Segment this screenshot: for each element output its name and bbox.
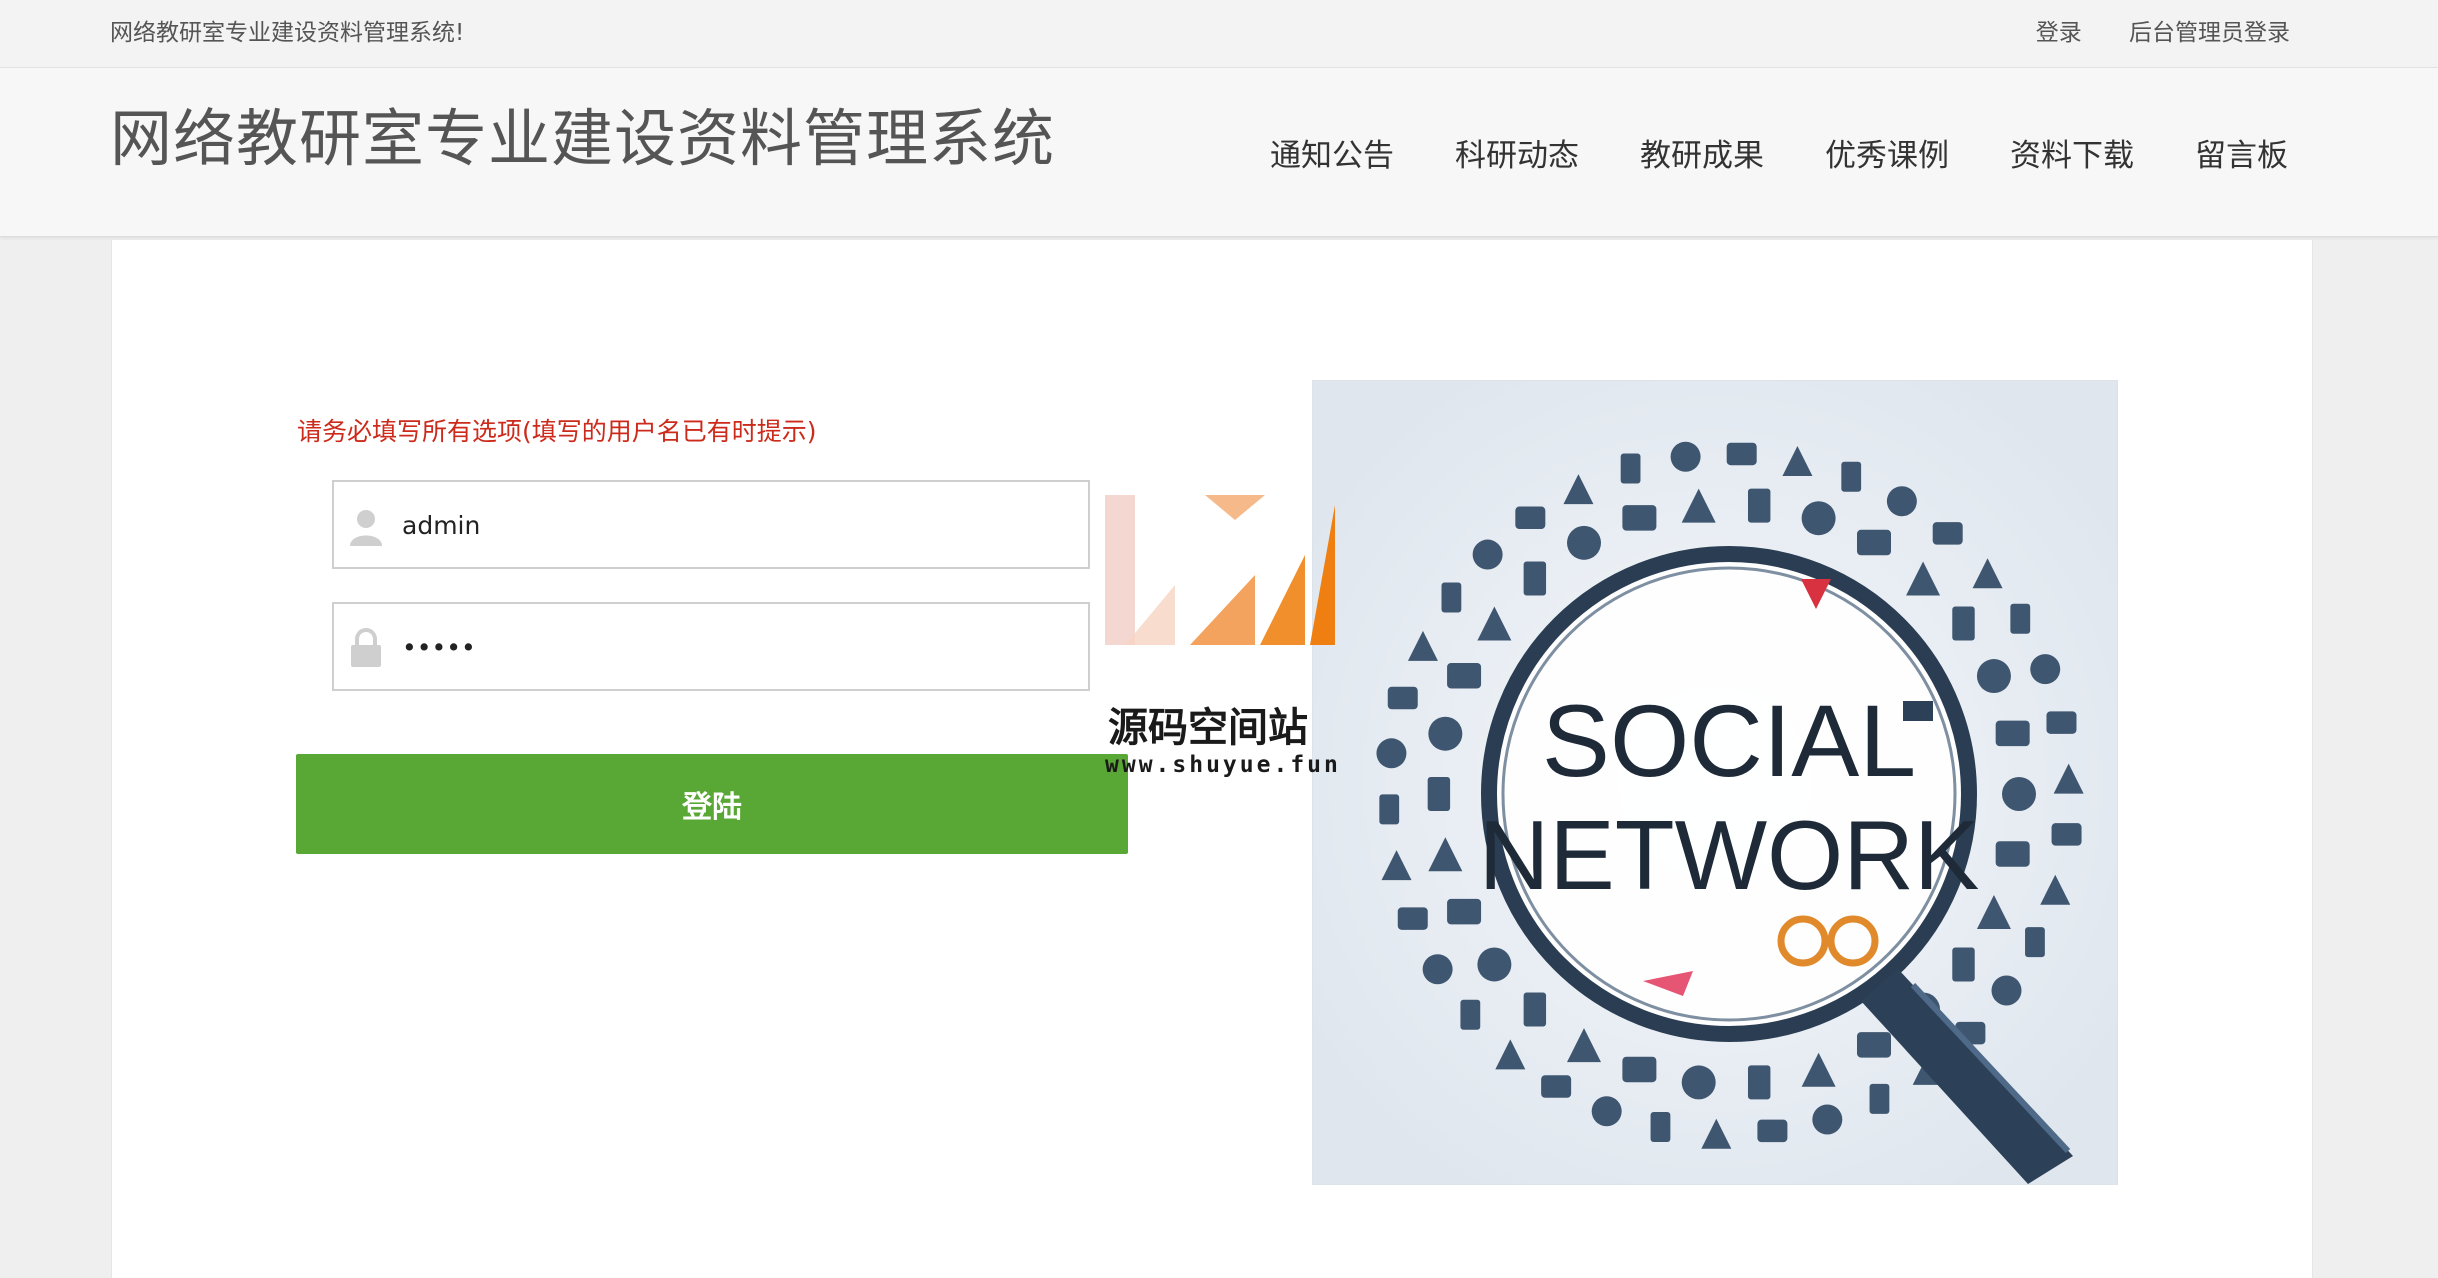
social-network-illustration: SOCIAL NETWORK <box>1312 380 2118 1185</box>
nav-item-lessons[interactable]: 优秀课例 <box>1825 130 1949 175</box>
decorative-icon <box>2025 927 2045 958</box>
decorative-icon <box>1952 606 1975 641</box>
decorative-icon <box>1991 975 2022 1006</box>
social-network-graphic: SOCIAL NETWORK <box>1313 381 2117 1184</box>
username-field[interactable] <box>332 480 1090 569</box>
decorative-icon <box>1567 525 1601 560</box>
nav-item-message-board[interactable]: 留言板 <box>2195 130 2288 175</box>
decorative-icon <box>2051 823 2082 846</box>
nav-item-research-news[interactable]: 科研动态 <box>1455 130 1579 175</box>
decorative-icon <box>1726 442 1757 466</box>
top-bar: 网络教研室专业建设资料管理系统! 登录 后台管理员登录 <box>0 0 2438 68</box>
watermark-url: www.shuyue.fun <box>1105 752 1341 778</box>
decorative-icon <box>1812 1104 1843 1135</box>
decorative-icon <box>1622 505 1657 531</box>
decorative-icon <box>1397 907 1428 930</box>
decorative-icon <box>1841 461 1862 492</box>
admin-login-link[interactable]: 后台管理员登录 <box>2129 20 2290 46</box>
nav-item-downloads[interactable]: 资料下载 <box>2010 130 2134 175</box>
decorative-icon <box>2046 711 2077 734</box>
login-link[interactable]: 登录 <box>2036 20 2082 46</box>
nav-item-research-results[interactable]: 教研成果 <box>1640 130 1764 175</box>
decorative-icon <box>1976 659 2011 694</box>
welcome-text: 网络教研室专业建设资料管理系统! <box>110 20 465 46</box>
decorative-icon <box>1620 453 1641 484</box>
decorative-icon <box>1422 954 1453 985</box>
decorative-icon <box>1801 501 1836 536</box>
decorative-icon <box>1472 539 1503 570</box>
decorative-icon <box>1379 794 1400 825</box>
site-title: 网络教研室专业建设资料管理系统 <box>110 102 1056 175</box>
decorative-icon <box>1952 947 1975 982</box>
decorative-icon <box>1523 992 1547 1027</box>
decorative-icon <box>1591 1096 1622 1127</box>
decorative-icon <box>2002 777 2036 811</box>
decorative-icon <box>1650 1112 1671 1143</box>
site-header: 网络教研室专业建设资料管理系统 通知公告 科研动态 教研成果 优秀课例 资料下载… <box>0 68 2438 237</box>
decorative-icon <box>1757 1119 1788 1143</box>
decorative-icon <box>1886 486 1917 517</box>
decorative-icon <box>1447 898 1482 925</box>
main-nav: 通知公告 科研动态 教研成果 优秀课例 资料下载 留言板 <box>1209 130 2288 175</box>
decorative-icon <box>1460 999 1481 1030</box>
decorative-icon <box>1477 947 1512 982</box>
username-input[interactable] <box>400 482 1074 569</box>
decorative-icon <box>1747 488 1771 523</box>
decorative-icon <box>1387 686 1418 710</box>
decorative-icon <box>1869 1083 1890 1114</box>
login-button[interactable]: 登陆 <box>296 754 1128 854</box>
decorative-icon <box>1857 1032 1891 1058</box>
decorative-icon <box>1622 1056 1657 1083</box>
decorative-icon <box>2030 654 2061 685</box>
illustration-text-network: NETWORK <box>1479 800 1980 910</box>
watermark-name: 源码空间站 <box>1108 705 1308 751</box>
lock-icon <box>348 628 384 668</box>
decorative-icon <box>1376 738 1407 769</box>
form-hint: 请务必填写所有选项(填写的用户名已有时提示) <box>297 417 817 446</box>
decorative-icon <box>1932 522 1963 545</box>
decorative-icon <box>1428 716 1463 751</box>
user-icon <box>348 506 384 546</box>
decorative-icon <box>2010 603 2031 634</box>
decorative-icon <box>1995 720 2030 747</box>
illustration-text-social: SOCIAL <box>1542 684 1916 798</box>
decorative-icon <box>1995 841 2030 867</box>
decorative-icon <box>1515 506 1546 530</box>
password-input[interactable] <box>400 604 1074 691</box>
decorative-icon <box>1747 1065 1771 1100</box>
decorative-icon <box>1857 529 1891 556</box>
decorative-icon <box>1523 561 1547 596</box>
decorative-icon <box>1427 777 1451 811</box>
decorative-icon <box>1441 582 1462 613</box>
decorative-icon <box>1541 1075 1572 1098</box>
top-links: 登录 后台管理员登录 <box>1996 13 2290 47</box>
password-field[interactable] <box>332 602 1090 691</box>
nav-item-notices[interactable]: 通知公告 <box>1270 130 1394 175</box>
decorative-icon <box>1447 662 1482 689</box>
decorative-icon <box>1670 441 1701 472</box>
decorative-icon <box>1681 1065 1716 1100</box>
